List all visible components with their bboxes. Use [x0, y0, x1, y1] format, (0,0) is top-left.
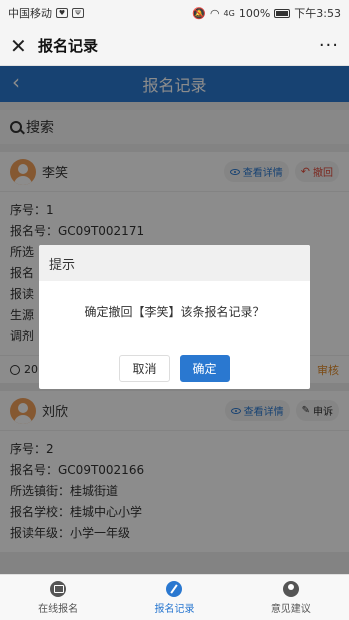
- wifi-icon: ◠: [209, 6, 220, 20]
- cancel-button[interactable]: 取消: [119, 355, 170, 382]
- status-bar: 中国移动 ♥ Ψ 🔕 ◠ 4G 100% 下午3:53: [0, 0, 349, 26]
- dialog-buttons: 取消 确定: [39, 355, 310, 382]
- tab-online-apply[interactable]: 在线报名: [0, 575, 116, 620]
- tab-label: 报名记录: [154, 603, 195, 615]
- wechat-page-title: 报名记录: [38, 37, 99, 55]
- more-icon[interactable]: ···: [319, 35, 339, 56]
- heart-icon: ♥: [56, 8, 68, 18]
- user-icon: [282, 580, 299, 597]
- battery-icon: [274, 8, 291, 18]
- mute-icon: 🔕: [192, 6, 206, 20]
- close-icon[interactable]: ✕: [10, 34, 34, 58]
- tab-label: 意见建议: [270, 603, 311, 615]
- battery-percent: 100%: [238, 6, 271, 20]
- dialog-title: 提示: [39, 245, 310, 281]
- carrier-label: 中国移动: [8, 7, 52, 20]
- pen-icon: [166, 580, 183, 597]
- tab-feedback[interactable]: 意见建议: [233, 575, 349, 620]
- usb-icon: Ψ: [72, 8, 84, 18]
- monitor-icon: [50, 580, 67, 597]
- tab-records[interactable]: 报名记录: [116, 575, 232, 620]
- signal-label: 4G: [223, 8, 235, 18]
- bottom-tab-bar: 在线报名 报名记录 意见建议: [0, 574, 349, 620]
- tab-label: 在线报名: [38, 603, 79, 615]
- confirm-button[interactable]: 确定: [179, 355, 230, 382]
- wechat-nav-bar: ✕ 报名记录 ···: [0, 26, 349, 66]
- clock-time: 下午3:53: [294, 7, 341, 20]
- dialog-message: 确定撤回【李笑】该条报名记录？: [84, 305, 265, 319]
- confirm-dialog: 提示 确定撤回【李笑】该条报名记录？ 取消 确定: [39, 245, 310, 389]
